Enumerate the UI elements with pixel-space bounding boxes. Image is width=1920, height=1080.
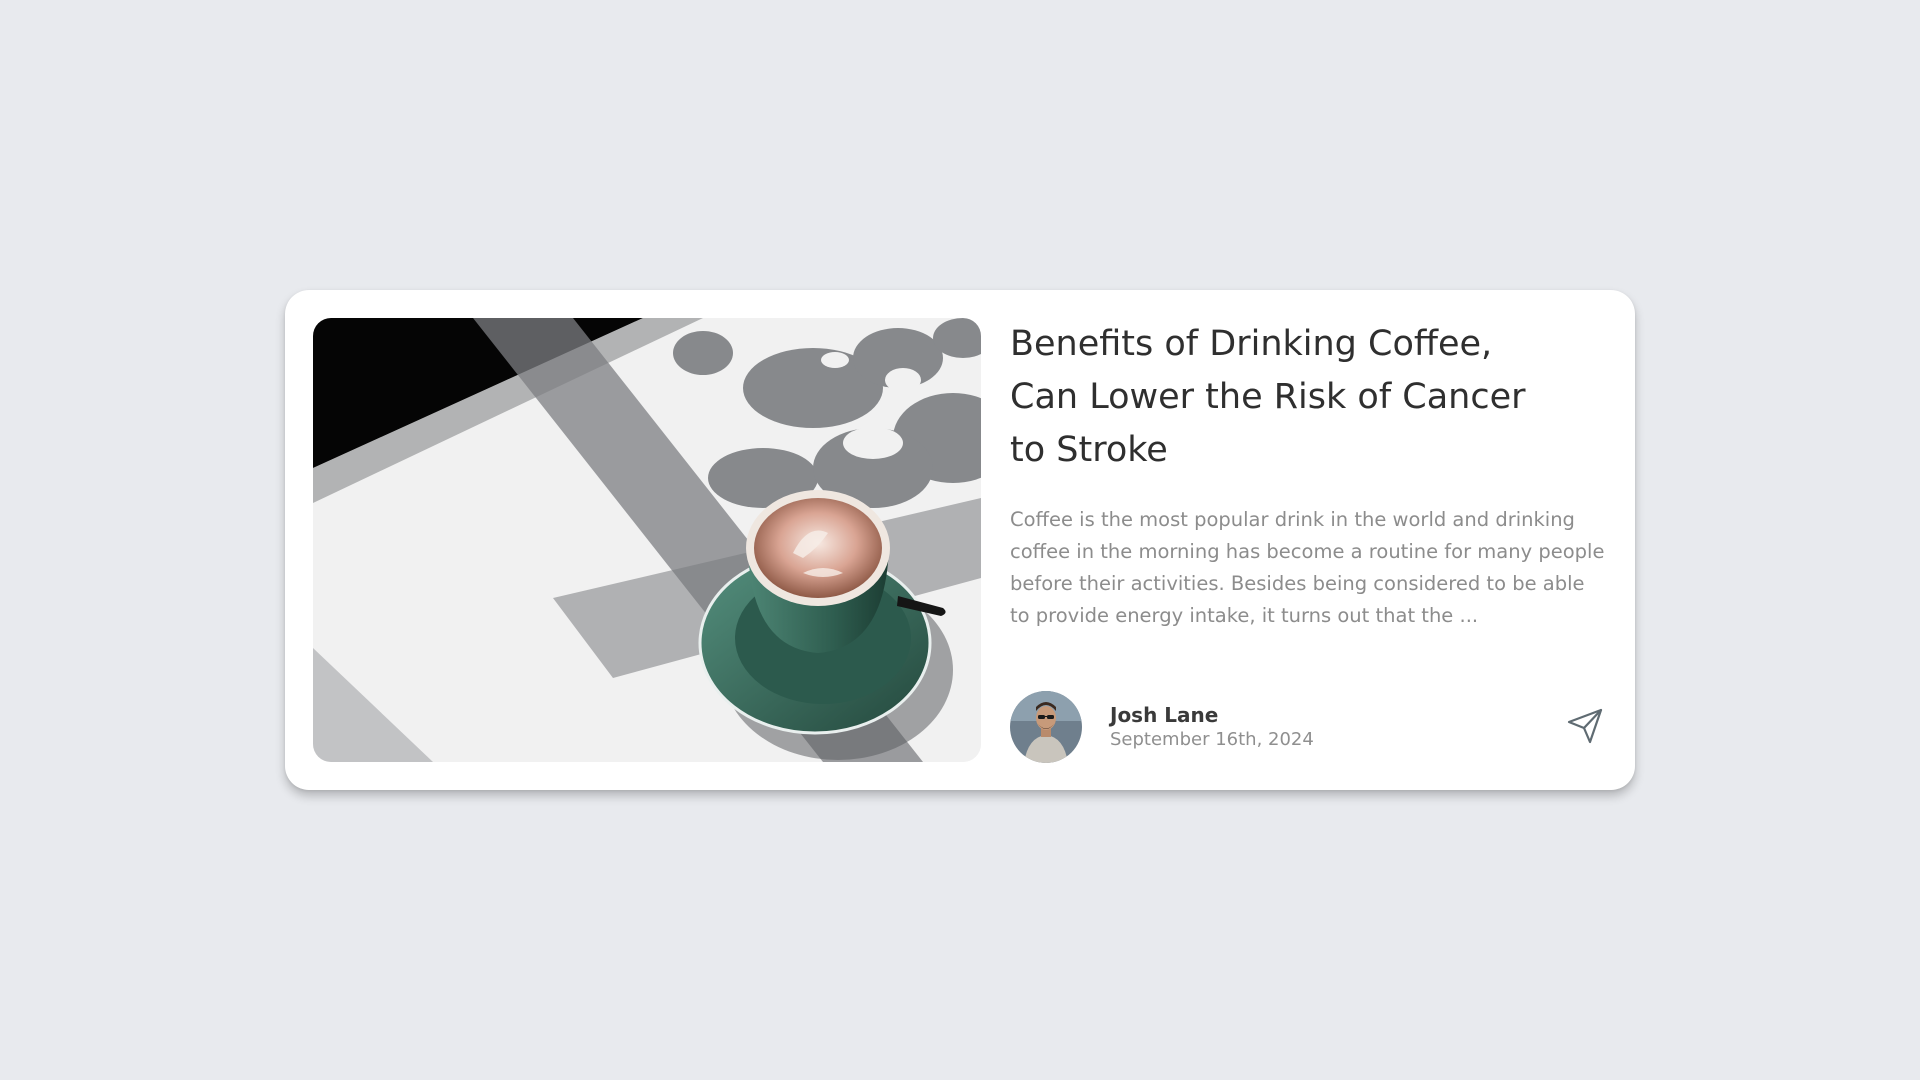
author-meta: Josh Lane September 16th, 2024 [1110, 702, 1314, 752]
author-avatar[interactable] [1010, 691, 1082, 763]
article-image[interactable] [313, 318, 981, 762]
share-button[interactable] [1565, 706, 1605, 746]
article-excerpt: Coffee is the most popular drink in the … [1010, 508, 1605, 627]
paper-plane-icon [1567, 708, 1603, 744]
author-block: Josh Lane September 16th, 2024 [1010, 691, 1314, 763]
article-title[interactable]: Benefits of Drinking Coffee, Can Lower t… [1010, 318, 1550, 477]
publish-date: September 16th, 2024 [1110, 729, 1314, 750]
author-name[interactable]: Josh Lane [1110, 702, 1314, 728]
article-card[interactable]: Benefits of Drinking Coffee, Can Lower t… [285, 290, 1635, 790]
